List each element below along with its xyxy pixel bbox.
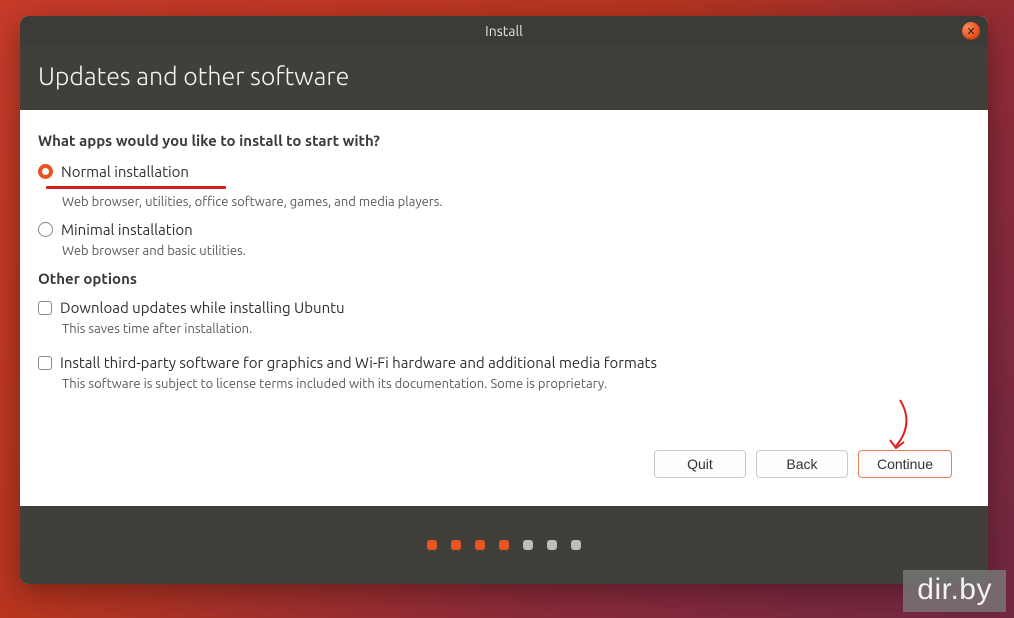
progress-dot: [475, 540, 485, 550]
option-download-updates[interactable]: Download updates while installing Ubuntu: [38, 299, 970, 316]
option-third-party[interactable]: Install third-party software for graphic…: [38, 354, 970, 371]
titlebar: Install ✕: [20, 16, 988, 46]
back-button[interactable]: Back: [756, 450, 848, 478]
progress-dot: [451, 540, 461, 550]
install-option-normal[interactable]: Normal installation: [38, 163, 970, 180]
install-option-desc: Web browser, utilities, office software,…: [62, 195, 970, 209]
install-option-minimal[interactable]: Minimal installation: [38, 221, 970, 238]
quit-button[interactable]: Quit: [654, 450, 746, 478]
close-button[interactable]: ✕: [962, 22, 980, 40]
progress-dot: [571, 540, 581, 550]
option-label: Install third-party software for graphic…: [60, 354, 657, 371]
option-label: Download updates while installing Ubuntu: [60, 299, 345, 316]
progress-dot: [499, 540, 509, 550]
option-desc: This software is subject to license term…: [62, 377, 970, 391]
radio-icon: [38, 164, 53, 179]
progress-dot: [523, 540, 533, 550]
progress-dot: [547, 540, 557, 550]
highlight-underline: [46, 186, 226, 189]
installer-window: Install ✕ Updates and other software Wha…: [20, 16, 988, 584]
other-options-title: Other options: [38, 270, 970, 287]
content: What apps would you like to install to s…: [20, 110, 988, 506]
install-question: What apps would you like to install to s…: [38, 132, 970, 149]
checkbox-icon: [38, 356, 52, 370]
button-row: Quit Back Continue: [38, 450, 970, 496]
checkbox-icon: [38, 301, 52, 315]
progress-footer: [20, 506, 988, 584]
page-header: Updates and other software: [20, 46, 988, 110]
close-icon: ✕: [966, 25, 975, 38]
install-option-label: Normal installation: [61, 163, 189, 180]
window-title: Install: [485, 23, 523, 39]
option-desc: This saves time after installation.: [62, 322, 970, 336]
page-title: Updates and other software: [38, 62, 349, 90]
install-option-desc: Web browser and basic utilities.: [62, 244, 970, 258]
progress-dot: [427, 540, 437, 550]
watermark: dir.by: [903, 570, 1006, 612]
install-option-label: Minimal installation: [61, 221, 193, 238]
radio-icon: [38, 222, 53, 237]
continue-button[interactable]: Continue: [858, 450, 952, 478]
